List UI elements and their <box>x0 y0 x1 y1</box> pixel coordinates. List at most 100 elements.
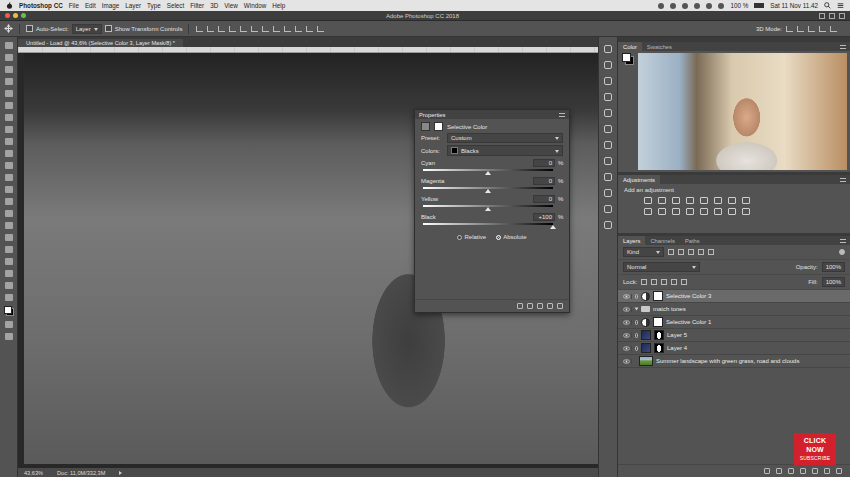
adjustment-icon[interactable] <box>658 208 666 215</box>
auto-select-dropdown[interactable]: Layer <box>72 24 102 34</box>
transform-controls-checkbox[interactable] <box>105 25 112 32</box>
layer-action-icon[interactable] <box>788 468 794 474</box>
tool-icon[interactable] <box>5 294 13 301</box>
dock-icon[interactable] <box>604 221 612 229</box>
layer-thumbnail[interactable] <box>641 343 651 353</box>
app-menu[interactable]: Photoshop CC <box>19 2 63 9</box>
layer-row[interactable]: match tones <box>618 303 850 316</box>
visibility-icon[interactable] <box>621 359 632 364</box>
adjustment-icon[interactable] <box>728 197 736 204</box>
preset-dropdown[interactable]: Custom <box>447 133 563 143</box>
apple-icon[interactable] <box>6 2 13 9</box>
tool-icon[interactable] <box>5 234 13 241</box>
align-icon[interactable] <box>317 26 324 32</box>
clock[interactable]: Sat 11 Nov 11.42 <box>770 2 818 9</box>
align-icon[interactable] <box>240 26 247 32</box>
align-icon[interactable] <box>306 26 313 32</box>
menu-item[interactable]: Filter <box>190 2 204 9</box>
tool-icon[interactable] <box>5 270 13 277</box>
slider-value[interactable]: +100 <box>533 213 555 221</box>
lock-icon[interactable] <box>641 279 647 285</box>
tool-icon[interactable] <box>5 186 13 193</box>
fill-field[interactable]: 100% <box>822 277 845 287</box>
blend-mode-dropdown[interactable]: Normal <box>623 262 700 272</box>
panel-tab[interactable]: Paths <box>680 236 705 245</box>
status-menu-icon[interactable] <box>119 471 122 475</box>
3d-mode-icon[interactable] <box>808 26 815 32</box>
panel-tab[interactable]: Adjustments <box>618 175 660 184</box>
dock-icon[interactable] <box>604 141 612 149</box>
slider-thumb[interactable] <box>485 189 491 193</box>
menu-item[interactable]: View <box>224 2 238 9</box>
tool-icon[interactable] <box>5 102 13 109</box>
dock-icon[interactable] <box>604 205 612 213</box>
visibility-icon[interactable] <box>621 307 632 312</box>
adjustment-icon[interactable] <box>742 208 750 215</box>
tool-icon[interactable] <box>5 78 13 85</box>
tool-icon[interactable] <box>5 258 13 265</box>
mask-icon[interactable] <box>434 122 443 131</box>
status-icon[interactable] <box>670 3 676 9</box>
tool-icon[interactable] <box>5 126 13 133</box>
dock-icon[interactable] <box>604 173 612 181</box>
quick-mask-icon[interactable] <box>5 321 13 328</box>
tool-icon[interactable] <box>5 246 13 253</box>
layer-action-icon[interactable] <box>776 468 782 474</box>
document-size[interactable]: Doc: 11,0M/332,3M <box>57 470 105 476</box>
visibility-icon[interactable] <box>621 346 632 351</box>
tool-icon[interactable] <box>5 114 13 121</box>
layer-action-icon[interactable] <box>824 468 830 474</box>
color-swatches-icon[interactable] <box>622 53 634 65</box>
panel-tab[interactable]: Swatches <box>642 42 677 51</box>
adjustment-icon[interactable] <box>672 208 680 215</box>
dock-icon[interactable] <box>604 61 612 69</box>
adjustment-icon[interactable] <box>700 208 708 215</box>
properties-action-icon[interactable] <box>527 303 533 309</box>
slider-thumb[interactable] <box>485 171 491 175</box>
3d-mode-icon[interactable] <box>819 26 826 32</box>
zoom-level[interactable]: 43,63% <box>24 470 43 476</box>
tool-icon[interactable] <box>5 162 13 169</box>
search-icon[interactable] <box>819 13 825 19</box>
menu-item[interactable]: Image <box>102 2 120 9</box>
layer-name[interactable]: Layer 4 <box>667 345 687 351</box>
layer-name[interactable]: Selective Color 3 <box>666 293 711 299</box>
layer-row[interactable]: Selective Color 1 <box>618 316 850 329</box>
status-icon[interactable] <box>658 3 664 9</box>
lock-icon[interactable] <box>681 279 687 285</box>
dock-icon[interactable] <box>604 93 612 101</box>
color-swatches-icon[interactable] <box>4 306 14 316</box>
adjustment-icon[interactable] <box>700 197 708 204</box>
dock-icon[interactable] <box>604 109 612 117</box>
visibility-icon[interactable] <box>621 294 632 299</box>
layer-row[interactable]: Selective Color 3 <box>618 290 850 303</box>
dock-icon[interactable] <box>604 157 612 165</box>
layer-action-icon[interactable] <box>836 468 842 474</box>
adjustment-icon[interactable] <box>742 197 750 204</box>
slider-value[interactable]: 0 <box>533 177 555 185</box>
share-icon[interactable] <box>839 13 845 19</box>
layer-action-icon[interactable] <box>800 468 806 474</box>
status-icon[interactable] <box>694 3 700 9</box>
adjustment-icon[interactable] <box>644 208 652 215</box>
layer-row[interactable]: Summer landscape with green grass, road … <box>618 355 850 368</box>
subscribe-badge[interactable]: CLICKNOWSUBSCRIBE <box>794 433 836 465</box>
tool-icon[interactable] <box>5 42 13 49</box>
tool-icon[interactable] <box>5 54 13 61</box>
status-icon[interactable] <box>682 3 688 9</box>
auto-select-checkbox[interactable] <box>26 25 33 32</box>
battery-icon[interactable] <box>754 3 764 8</box>
document-tab[interactable]: Untitled - Load @ 43,6% (Selective Color… <box>18 39 183 47</box>
list-icon[interactable] <box>837 2 844 9</box>
align-icon[interactable] <box>284 26 291 32</box>
slider-track[interactable] <box>423 223 553 225</box>
layer-name[interactable]: match tones <box>653 306 686 312</box>
panel-menu-icon[interactable] <box>840 45 846 49</box>
layer-name[interactable]: Layer 5 <box>667 332 687 338</box>
panel-tab[interactable]: Layers <box>618 236 645 245</box>
menu-item[interactable]: Select <box>167 2 185 9</box>
slider-value[interactable]: 0 <box>533 195 555 203</box>
3d-mode-icon[interactable] <box>797 26 804 32</box>
tool-icon[interactable] <box>5 282 13 289</box>
align-icon[interactable] <box>295 26 302 32</box>
